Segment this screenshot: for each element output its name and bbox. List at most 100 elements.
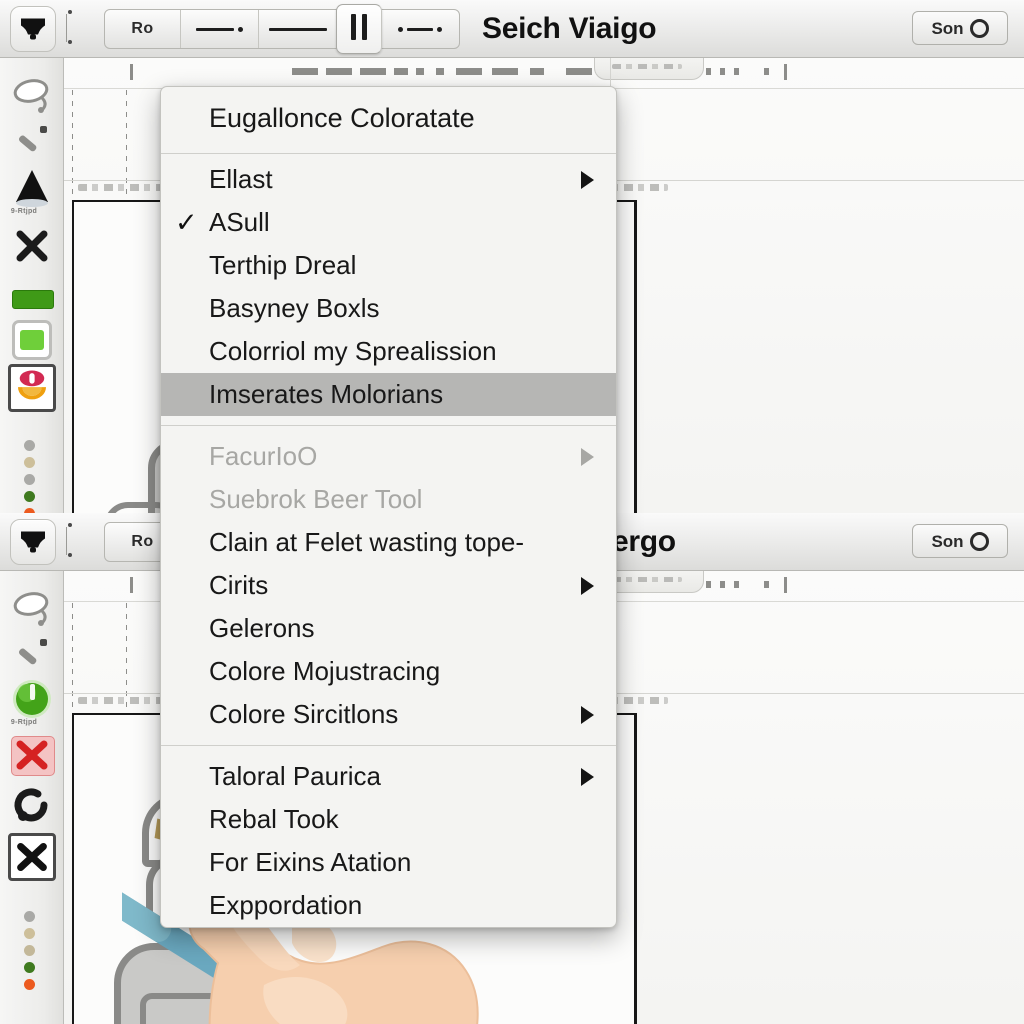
menu-item-label: FacurIoO <box>209 441 318 471</box>
son-button-bottom[interactable]: Son <box>912 524 1008 558</box>
swatch-dot <box>24 979 35 990</box>
solid-line-icon <box>268 27 327 31</box>
document-title-bottom: ergo <box>612 525 676 558</box>
dot-dash-dot-icon <box>398 26 442 32</box>
menu-item[interactable]: Colore Sircitlons <box>161 693 616 736</box>
app-root: 9-Rtjpd Ro Seich Viaigo Son 9-Rtjpd Ro e… <box>0 0 1024 1024</box>
pencil-icon <box>18 639 47 665</box>
submenu-arrow-icon <box>581 767 594 786</box>
swatch-dot <box>24 457 35 468</box>
green-sphere-icon <box>13 680 51 718</box>
menu-item-label: Clain at Felet wasting tope- <box>209 527 525 557</box>
son-button-label: Son <box>931 531 964 551</box>
bar-tool[interactable] <box>8 274 56 322</box>
menu-item[interactable]: ✓ ASull <box>161 201 616 244</box>
menu-item[interactable]: Basyney Boxls <box>161 287 616 330</box>
menu-item[interactable]: Rebal Took <box>161 798 616 841</box>
menu-item[interactable]: For Eixins Atation <box>161 841 616 884</box>
swatch-dot <box>24 474 35 485</box>
checkmark-icon: ✓ <box>175 207 198 238</box>
pencil-icon <box>18 126 47 152</box>
menu-item[interactable]: Terthip Dreal <box>161 244 616 287</box>
menu-item[interactable]: Exppordation <box>161 884 616 927</box>
context-menu-groups: Ellast ✓ ASull Terthip Dreal Basyney Boxls Co… <box>161 158 616 927</box>
menu-item-label: Colorriol my Sprealission <box>209 336 497 366</box>
menu-item-label: Basyney Boxls <box>209 293 380 323</box>
close-tool[interactable] <box>8 833 56 881</box>
anvil-button-top[interactable] <box>10 6 56 52</box>
black-x-icon <box>17 843 47 871</box>
menu-item[interactable]: Cirits <box>161 564 616 607</box>
dash-dot-icon <box>196 26 243 32</box>
menu-item-label: Taloral Paurica <box>209 761 381 791</box>
circle-icon <box>969 531 989 551</box>
pause-button[interactable] <box>336 4 382 54</box>
menu-item-label: Colore Mojustracing <box>209 656 441 686</box>
tool-rail-bottom: 9-Rtjpd <box>0 571 64 1024</box>
pencil-tool[interactable] <box>8 116 56 164</box>
toolbar-segment-top[interactable]: Ro <box>104 4 460 54</box>
sphere-tool-caption: 9-Rtjpd <box>10 719 38 726</box>
cone-tool-caption: 9-Rtjpd <box>10 208 38 215</box>
lasso-icon <box>13 592 49 626</box>
tab-pill-label-top <box>612 64 682 69</box>
menu-item-label: ASull <box>209 207 270 237</box>
menu-item[interactable]: Imserates Molorians <box>161 373 616 416</box>
context-menu[interactable]: Eugallonce Coloratate Ellast ✓ ASull Terthi… <box>160 86 617 928</box>
pause-icon <box>348 13 370 45</box>
color-swatch-strip-bottom[interactable] <box>24 905 38 996</box>
menu-separator <box>161 425 616 426</box>
anvil-button-bottom[interactable] <box>10 519 56 565</box>
menu-item[interactable]: Clain at Felet wasting tope- <box>161 521 616 564</box>
menu-item-label: Rebal Took <box>209 804 339 834</box>
swatch-dot <box>24 945 35 956</box>
color-swatch-strip-top[interactable] <box>24 434 38 513</box>
black-cone-icon <box>16 170 48 207</box>
dot-dash-dot-button[interactable] <box>381 10 459 48</box>
pencil-tool[interactable] <box>8 629 56 677</box>
segment-ro-button[interactable]: Ro <box>105 10 181 48</box>
menu-item[interactable]: Colore Mojustracing <box>161 650 616 693</box>
box-tool[interactable] <box>8 316 56 364</box>
menu-item: Suebrok Beer Tool <box>161 478 616 521</box>
rotate-tool[interactable] <box>8 781 56 829</box>
horizontal-ruler-top <box>64 58 1024 89</box>
menu-separator <box>161 745 616 746</box>
menu-item-label: Ellast <box>209 164 273 194</box>
toolbar-grip-top[interactable] <box>66 10 72 46</box>
context-menu-header: Eugallonce Coloratate <box>209 103 475 133</box>
stamp-tool[interactable] <box>8 364 56 412</box>
menu-separator <box>161 153 616 154</box>
swatch-dot <box>24 440 35 451</box>
menu-item[interactable]: Taloral Paurica <box>161 755 616 798</box>
x-cross-icon <box>16 230 48 262</box>
menu-item[interactable]: Gelerons <box>161 607 616 650</box>
anvil-icon <box>21 18 45 40</box>
menu-item-label: Colore Sircitlons <box>209 699 399 729</box>
sphere-tool[interactable] <box>8 675 56 723</box>
menu-item-label: Gelerons <box>209 613 315 643</box>
circle-icon <box>969 18 989 38</box>
menu-item-label: Exppordation <box>209 890 363 920</box>
toolbar-grip-bottom[interactable] <box>66 523 72 559</box>
submenu-arrow-icon <box>581 576 594 595</box>
son-button-top[interactable]: Son <box>912 11 1008 45</box>
cone-tool[interactable] <box>8 164 56 212</box>
delete-tool[interactable] <box>8 731 56 779</box>
swatch-dot <box>24 928 35 939</box>
solid-line-button[interactable] <box>259 10 337 48</box>
dash-dot-button[interactable] <box>181 10 259 48</box>
red-x-icon <box>16 740 48 770</box>
son-button-label: Son <box>931 18 964 38</box>
lasso-tool[interactable] <box>8 70 56 118</box>
rotate-icon <box>14 788 48 822</box>
menu-item-label: For Eixins Atation <box>209 847 412 877</box>
submenu-arrow-icon <box>581 170 594 189</box>
menu-item[interactable]: Ellast <box>161 158 616 201</box>
swatch-dot <box>24 962 35 973</box>
menu-item-label: Suebrok Beer Tool <box>209 484 423 514</box>
document-title-top: Seich Viaigo <box>482 12 657 45</box>
close-tool[interactable] <box>8 222 56 270</box>
lasso-tool[interactable] <box>8 583 56 631</box>
menu-item[interactable]: Colorriol my Sprealission <box>161 330 616 373</box>
